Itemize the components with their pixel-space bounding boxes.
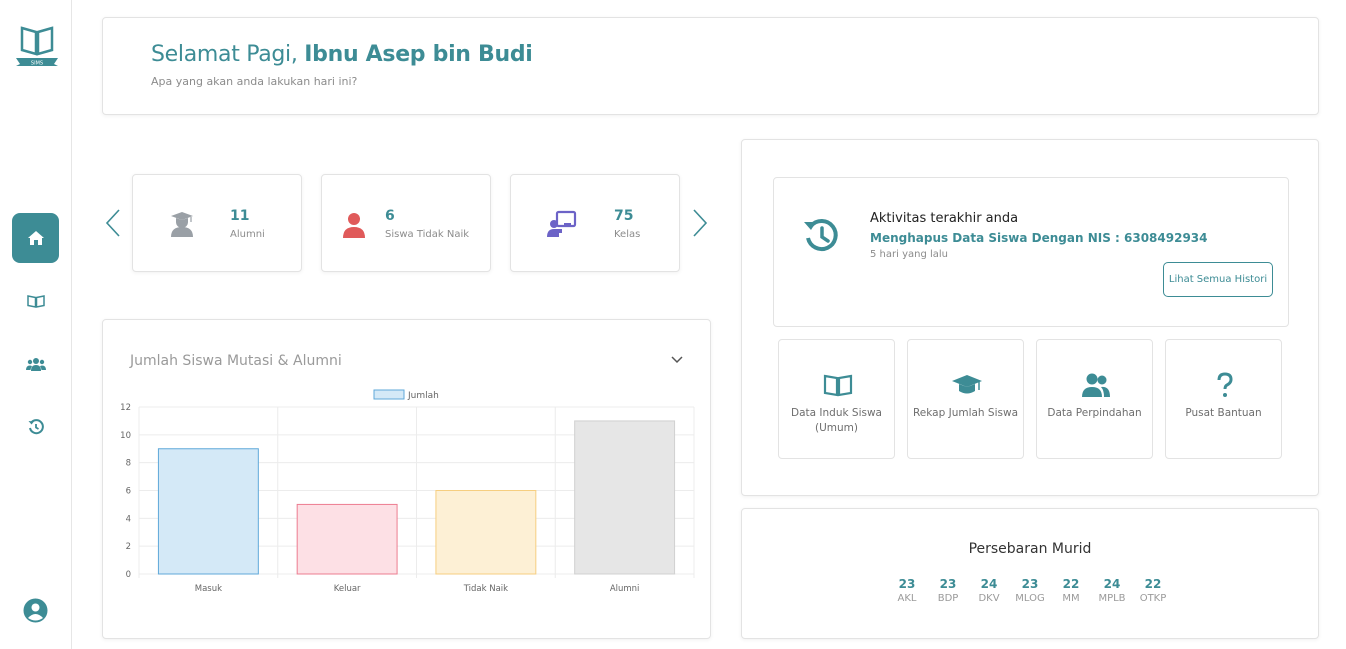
menu-label: Pusat Bantuan	[1185, 407, 1262, 419]
distribution-item: 23 MLOG	[1015, 577, 1045, 604]
history-icon	[28, 419, 44, 435]
users-icon	[1082, 373, 1110, 397]
x-tick-label: Alumni	[610, 584, 640, 594]
stat-value: 11	[230, 208, 250, 224]
distribution-title: Persebaran Murid	[968, 541, 1092, 557]
stat-card-alumni[interactable]: 11 Alumni	[132, 174, 302, 272]
graduate-icon	[171, 212, 193, 237]
y-tick-label: 0	[126, 570, 131, 580]
y-tick-label: 10	[120, 431, 131, 441]
distribution-item: 22 OTKP	[1139, 577, 1167, 604]
menu-label: Data Induk Siswa (Umum)	[791, 407, 882, 434]
y-tick-label: 4	[126, 514, 131, 524]
bar-alumni	[574, 420, 676, 575]
stat-card-kelas[interactable]: 75 Kelas	[510, 174, 680, 272]
logo[interactable]: SIMS	[14, 24, 60, 68]
menu-rekap-jumlah-siswa[interactable]: Rekap Jumlah Siswa	[907, 339, 1024, 459]
stat-label: Siswa Tidak Naik	[385, 229, 470, 240]
greeting-heading: Selamat Pagi, Ibnu Asep bin Budi	[151, 42, 533, 67]
stat-value: 6	[385, 208, 395, 224]
legend-swatch	[373, 389, 405, 400]
user-icon	[343, 213, 365, 238]
book-icon	[26, 295, 45, 308]
activity-panel: Aktivitas terakhir anda Menghapus Data S…	[741, 139, 1319, 496]
stat-label: Kelas	[614, 229, 641, 240]
open-book-icon	[823, 374, 853, 397]
bar-tidak-naik	[435, 490, 537, 575]
graduation-cap-icon	[952, 375, 982, 394]
question-icon	[1217, 372, 1233, 397]
bar-masuk	[157, 448, 259, 575]
student-distribution-card: Persebaran Murid 23 AKL 23 BDP 24 DKV 23 MLO…	[741, 508, 1319, 639]
welcome-card: Selamat Pagi, Ibnu Asep bin Budi Apa yan…	[102, 17, 1319, 115]
x-tick-label: Tidak Naik	[463, 584, 508, 594]
svg-text:SIMS: SIMS	[31, 61, 43, 67]
user-name: Ibnu Asep bin Budi	[304, 42, 533, 67]
view-all-history-button[interactable]: Lihat Semua Histori	[1163, 262, 1273, 297]
user-circle-icon[interactable]	[23, 598, 48, 623]
x-tick-label: Masuk	[195, 584, 222, 594]
activity-description: Menghapus Data Siswa Dengan NIS : 630849…	[870, 231, 1208, 245]
activity-time: 5 hari yang lalu	[870, 249, 949, 260]
bar-chart: Jumlah 0 2 4 6 8 10 12 Masuk Keluar Tidak Naik Alum…	[120, 389, 695, 594]
nav-history[interactable]	[12, 402, 59, 452]
distribution-item: 24 DKV	[978, 577, 1000, 604]
menu-pusat-bantuan[interactable]: Pusat Bantuan	[1165, 339, 1282, 459]
history-icon	[804, 219, 838, 252]
menu-data-perpindahan[interactable]: Data Perpindahan	[1036, 339, 1153, 459]
distribution-item: 22 MM	[1062, 577, 1080, 604]
x-tick-label: Keluar	[334, 584, 361, 594]
y-tick-label: 12	[120, 403, 131, 413]
y-tick-label: 8	[126, 459, 131, 469]
home-icon	[27, 231, 44, 245]
carousel-next-icon[interactable]	[690, 208, 710, 238]
y-tick-label: 2	[126, 542, 131, 552]
nav-data-induk[interactable]	[12, 276, 59, 326]
users-icon	[25, 358, 46, 371]
menu-data-induk-siswa[interactable]: Data Induk Siswa (Umum)	[778, 339, 895, 459]
menu-label: Rekap Jumlah Siswa	[912, 407, 1018, 419]
classroom-icon	[547, 210, 577, 237]
nav-home[interactable]	[12, 213, 59, 263]
activity-title: Aktivitas terakhir anda	[870, 211, 1019, 226]
y-tick-label: 6	[126, 487, 131, 497]
stat-label: Alumni	[230, 229, 265, 240]
legend-label: Jumlah	[407, 391, 439, 401]
stat-card-tidak-naik[interactable]: 6 Siswa Tidak Naik	[321, 174, 491, 272]
bar-keluar	[296, 503, 398, 575]
chart-card: Jumlah Siswa Mutasi & Alumni Jumlah 0 2 4 6 8…	[102, 319, 711, 639]
menu-label: Data Perpindahan	[1047, 407, 1142, 419]
distribution-item: 23 AKL	[897, 577, 917, 604]
distribution-item: 23 BDP	[937, 577, 959, 604]
distribution-list: 23 AKL 23 BDP 24 DKV 23 MLOG 22 MM 24 MPLB 22 O…	[742, 577, 1318, 604]
nav-users[interactable]	[12, 339, 59, 389]
stat-value: 75	[614, 208, 634, 224]
distribution-item: 24 MPLB	[1098, 577, 1126, 604]
recent-activity: Aktivitas terakhir anda Menghapus Data S…	[773, 177, 1289, 327]
carousel-prev-icon[interactable]	[103, 208, 123, 238]
sidebar: SIMS	[0, 0, 72, 649]
welcome-subtitle: Apa yang akan anda lakukan hari ini?	[151, 75, 358, 88]
